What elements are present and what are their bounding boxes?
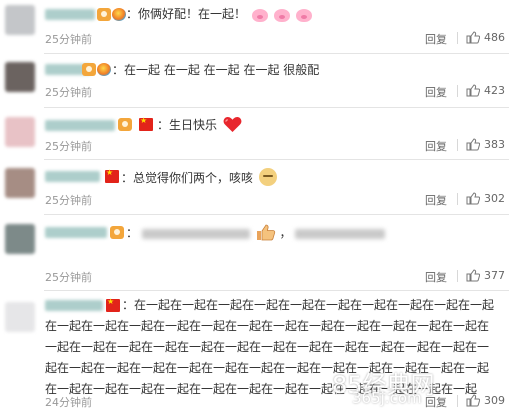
avatar[interactable]: [5, 224, 35, 254]
username[interactable]: [45, 120, 115, 131]
like-thumb-icon[interactable]: [466, 84, 480, 97]
comment-divider: [44, 107, 509, 108]
like-thumb-icon[interactable]: [466, 192, 480, 205]
comment-content: ：总觉得你们两个，咳咳: [121, 171, 254, 185]
like-thumb-icon[interactable]: [466, 138, 480, 151]
avatar[interactable]: [5, 302, 35, 332]
like-count: 302: [484, 192, 505, 205]
divider: [457, 270, 458, 282]
thumbs-up-emoji: [256, 224, 275, 241]
comment-text: ：总觉得你们两个，咳咳: [121, 168, 277, 186]
comment-text: ：你俩好配！在一起！: [126, 6, 312, 22]
like-thumb-icon[interactable]: [466, 31, 480, 44]
red-heart-emoji: [223, 116, 242, 133]
avatar[interactable]: [5, 117, 35, 147]
username[interactable]: [45, 227, 107, 238]
comment-divider: [44, 53, 509, 54]
comment-divider: [44, 159, 509, 160]
comment-content: ：: [126, 226, 139, 240]
comment-content: ：生日快乐: [157, 118, 218, 132]
divider: [457, 193, 458, 205]
comment-text: ：在一起 在一起 在一起 在一起 很般配: [112, 62, 319, 78]
vip-badge-icon: [97, 8, 111, 21]
pig-face-emoji: [251, 9, 268, 22]
comment-divider: [44, 290, 509, 291]
avatar[interactable]: [5, 5, 35, 35]
balloon-badge-icon: [112, 8, 126, 21]
like-count: 377: [484, 269, 505, 282]
pig-face-emoji: [273, 9, 290, 22]
vip-badge-icon: [82, 63, 96, 76]
like-count: 309: [484, 394, 505, 407]
username[interactable]: [45, 171, 100, 182]
like-count: 423: [484, 84, 505, 97]
reply-button[interactable]: 回复: [425, 269, 447, 285]
timestamp: 25分钟前: [45, 194, 92, 207]
reply-button[interactable]: 回复: [425, 192, 447, 208]
reply-button[interactable]: 回复: [425, 84, 447, 100]
divider: [457, 395, 458, 407]
like-thumb-icon[interactable]: [466, 269, 480, 282]
like-count: 383: [484, 138, 505, 151]
timestamp: 24分钟前: [45, 396, 92, 409]
comment-text: ：生日快乐: [157, 116, 242, 133]
timestamp: 25分钟前: [45, 33, 92, 46]
avatar[interactable]: [5, 168, 35, 198]
divider: [457, 85, 458, 97]
comment-comma: ，: [279, 226, 292, 240]
timestamp: 25分钟前: [45, 271, 92, 284]
like-count: 486: [484, 31, 505, 44]
divider: [457, 32, 458, 44]
doge-emoji: [258, 168, 277, 186]
watermark-url: 365j.com: [352, 389, 422, 407]
like-thumb-icon[interactable]: [466, 394, 480, 407]
balloon-badge-icon: [97, 63, 111, 76]
comment-content: ：在一起 在一起 在一起 在一起 很般配: [112, 63, 320, 77]
comment-divider: [44, 214, 509, 215]
avatar[interactable]: [5, 62, 35, 92]
divider: [457, 139, 458, 151]
username[interactable]: [45, 9, 95, 20]
timestamp: 25分钟前: [45, 86, 92, 99]
blurred-text: [141, 228, 250, 239]
pig-face-emoji: [295, 9, 312, 22]
comment-content: ：你俩好配！在一起！: [126, 7, 247, 21]
vip-badge-icon: [110, 226, 124, 239]
vip-badge-icon: [118, 118, 132, 131]
reply-button[interactable]: 回复: [425, 138, 447, 154]
reply-button[interactable]: 回复: [425, 31, 447, 47]
blurred-text: [295, 228, 386, 239]
china-flag-icon: [105, 168, 119, 183]
timestamp: 25分钟前: [45, 140, 92, 153]
china-flag-icon: [139, 116, 153, 131]
comment-text: ： ，: [126, 224, 386, 241]
